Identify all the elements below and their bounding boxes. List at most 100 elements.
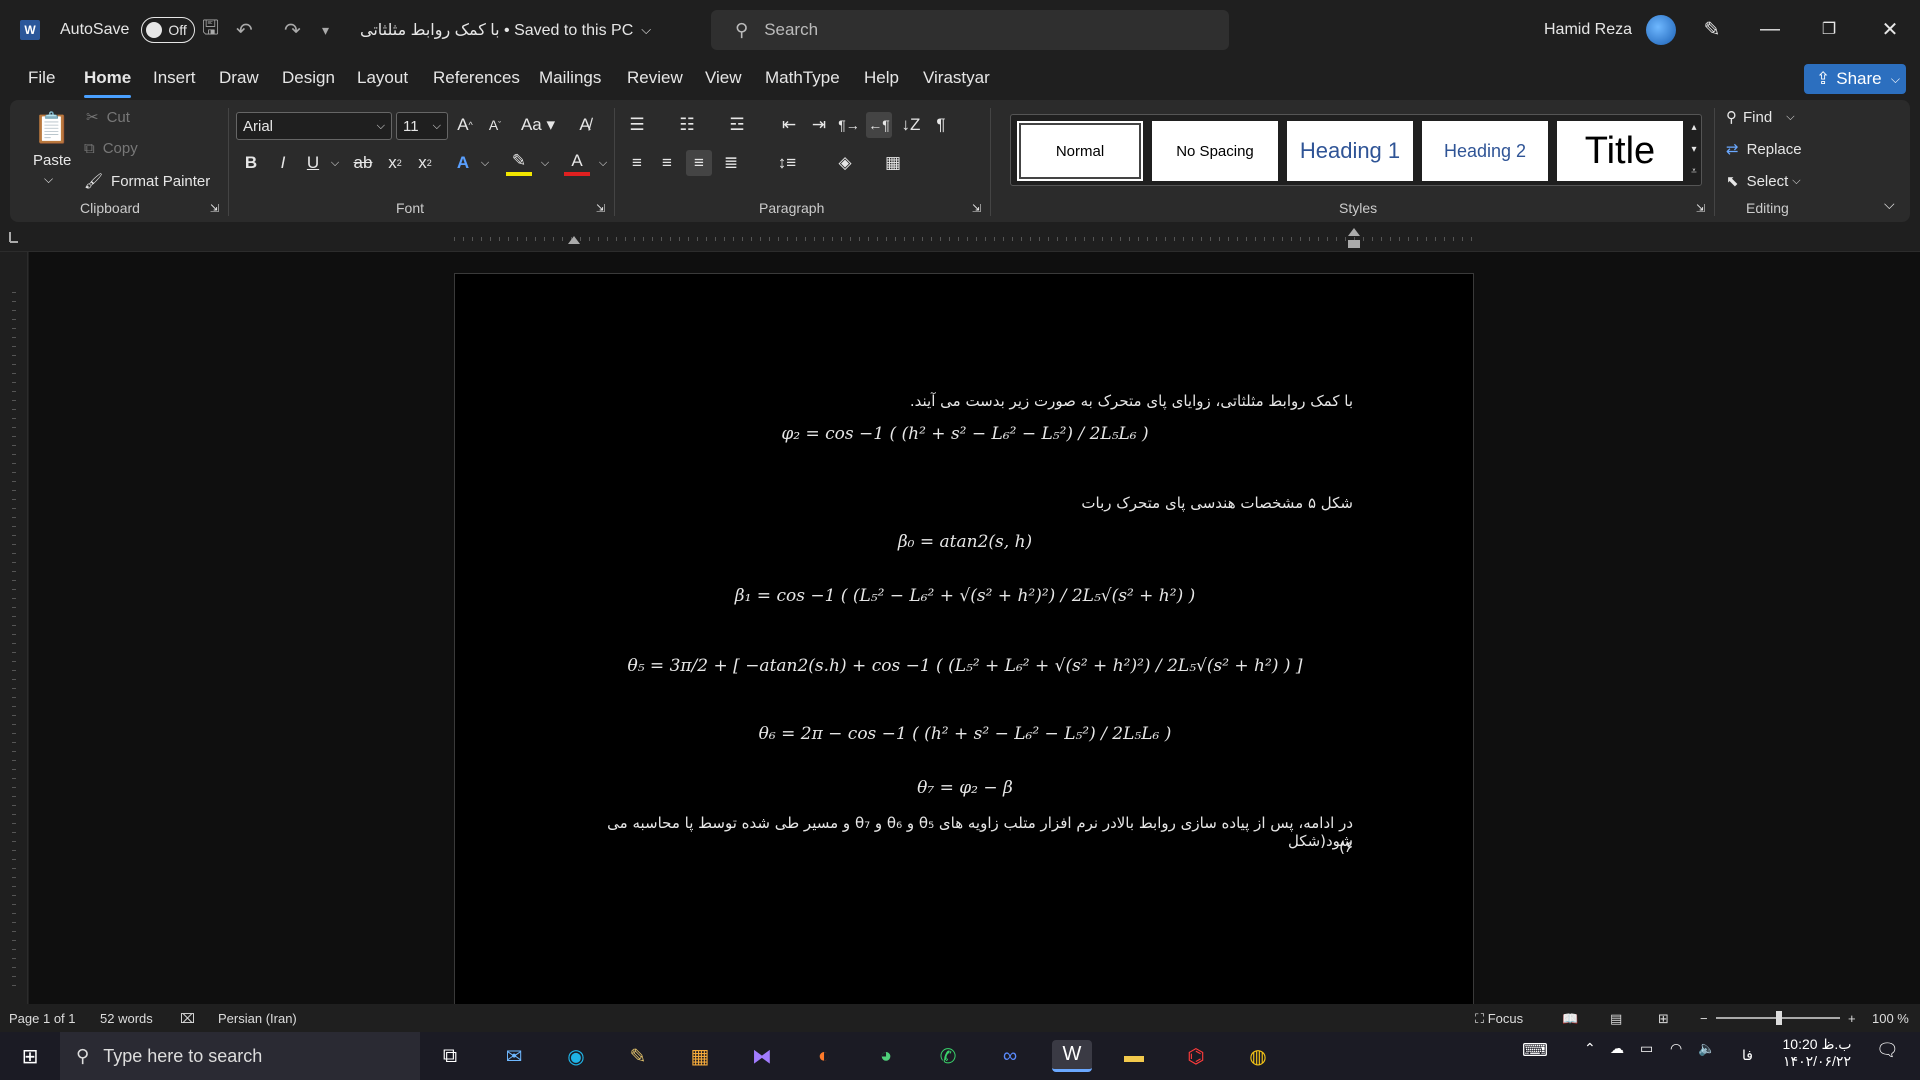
shading-icon[interactable]: ◈ xyxy=(832,150,858,176)
close-icon[interactable]: ✕ xyxy=(1875,14,1905,44)
show-formatting-icon[interactable]: ¶ xyxy=(928,112,954,138)
word-taskbar-icon[interactable]: W xyxy=(1052,1040,1092,1072)
clear-formatting-icon[interactable]: A̸ xyxy=(572,112,598,138)
store-icon[interactable]: ▦ xyxy=(680,1040,720,1072)
format-painter-button[interactable]: 🖌 Format Painter xyxy=(84,172,210,191)
cut-button[interactable]: ✂ Cut xyxy=(86,108,130,127)
wifi-icon[interactable]: ◠ xyxy=(1670,1040,1682,1057)
paste-icon[interactable]: 📋 xyxy=(32,108,72,148)
tab-mathtype[interactable]: MathType xyxy=(765,68,840,94)
share-button[interactable]: ⇪ Share ⌵ xyxy=(1804,64,1906,94)
grow-font-icon[interactable]: A ^ xyxy=(452,112,478,138)
print-layout-icon[interactable]: ▤ xyxy=(1610,1011,1622,1027)
focus-button[interactable]: ⛶ Focus xyxy=(1475,1011,1523,1027)
zoom-out-icon[interactable]: − xyxy=(1700,1011,1708,1026)
mail-icon[interactable]: ✉ xyxy=(494,1040,534,1072)
visual-studio-icon[interactable]: ⧓ xyxy=(742,1040,782,1072)
read-mode-icon[interactable]: 📖 xyxy=(1562,1011,1578,1027)
figure-caption[interactable]: شکل ۵ مشخصات هندسی پای متحرک ربات xyxy=(1081,494,1353,512)
tab-layout[interactable]: Layout xyxy=(357,68,408,94)
style-heading-1[interactable]: Heading 1 xyxy=(1287,121,1413,181)
equation-phi2[interactable]: φ₂ = cos −1 ( (h² + s² − L₆² − L₅²) / 2L… xyxy=(455,424,1475,444)
customize-qat-icon[interactable]: ▾ xyxy=(322,18,329,42)
justify-icon[interactable]: ≣ xyxy=(718,150,744,176)
mathtype-icon[interactable]: ∞ xyxy=(990,1040,1030,1072)
align-center-icon[interactable]: ≡ xyxy=(654,150,680,176)
search-box[interactable]: ⚲ Search xyxy=(711,10,1229,50)
word-count[interactable]: 52 words xyxy=(100,1011,153,1026)
paste-button[interactable]: Paste xyxy=(33,152,71,169)
language[interactable]: Persian (Iran) xyxy=(218,1011,297,1026)
italic-icon[interactable]: I xyxy=(270,150,296,176)
chevron-down-icon[interactable]: ⌵ xyxy=(322,150,348,176)
font-family-select[interactable]: Arial ⌵ xyxy=(236,112,392,140)
equation-beta1[interactable]: β₁ = cos −1 ( (L₅² − L₆² + √(s² + h²)²) … xyxy=(455,586,1475,606)
line-spacing-icon[interactable]: ↕≡ xyxy=(774,150,800,176)
equation-theta5[interactable]: θ₅ = 3π/2 + [ −atan2(s.h) + cos −1 ( (L₅… xyxy=(455,656,1475,676)
minimize-icon[interactable]: — xyxy=(1755,14,1785,44)
style-heading-2[interactable]: Heading 2 xyxy=(1422,121,1548,181)
zoom-level[interactable]: 100 % xyxy=(1872,1011,1909,1026)
styles-more-icon[interactable]: ⩡ xyxy=(1687,161,1701,181)
zoom-in-icon[interactable]: + xyxy=(1848,1011,1856,1026)
chevron-down-icon[interactable]: ⌵ xyxy=(532,150,558,176)
ltr-icon[interactable]: ¶→ xyxy=(836,112,862,138)
notifications-icon[interactable]: 🗨 xyxy=(1876,1040,1899,1061)
multilevel-list-icon[interactable]: ☲ xyxy=(724,112,750,138)
undo-icon[interactable]: ↶ xyxy=(236,18,253,42)
tab-view[interactable]: View xyxy=(705,68,742,94)
tab-insert[interactable]: Insert xyxy=(153,68,196,94)
chevron-down-icon[interactable]: ⌵ xyxy=(44,172,53,187)
tab-help[interactable]: Help xyxy=(864,68,899,94)
user-account[interactable]: Hamid Reza xyxy=(1544,15,1677,45)
align-right-icon[interactable]: ≡ xyxy=(686,150,712,176)
proofing-icon[interactable]: ⌧ xyxy=(180,1011,195,1027)
dialog-launcher-icon[interactable]: ⇲ xyxy=(210,202,219,215)
replace-button[interactable]: ⇄ Replace xyxy=(1726,140,1802,159)
edge-icon[interactable]: ◉ xyxy=(556,1040,596,1072)
document-page[interactable]: با کمک روابط مثلثاتی، زوایای پای متحرک ب… xyxy=(454,273,1474,1013)
borders-icon[interactable]: ▦ xyxy=(880,150,906,176)
chevron-down-icon[interactable]: ⌵ xyxy=(590,150,616,176)
tab-file[interactable]: File xyxy=(28,68,55,94)
style-no-spacing[interactable]: No Spacing xyxy=(1152,121,1278,181)
restore-icon[interactable]: ❐ xyxy=(1814,14,1844,44)
tab-home[interactable]: Home xyxy=(84,68,132,98)
tool-app-icon[interactable]: ✎ xyxy=(618,1040,658,1072)
page-count[interactable]: Page 1 of 1 xyxy=(9,1011,76,1026)
collapse-ribbon-icon[interactable]: ⌵ xyxy=(1884,196,1895,213)
document-title[interactable]: با کمک روابط مثلثاتی • Saved to this PC … xyxy=(360,18,651,42)
firefox-icon[interactable]: ◐ xyxy=(804,1040,844,1072)
find-button[interactable]: ⚲ Find ⌵ xyxy=(1726,108,1795,127)
clock[interactable]: 10:20 ب.ظ ۱۴۰۲/۰۶/۲۲ xyxy=(1778,1036,1856,1070)
font-size-select[interactable]: 11 ⌵ xyxy=(396,112,448,140)
tray-expand-icon[interactable]: ⌃ xyxy=(1584,1040,1596,1057)
vertical-ruler[interactable] xyxy=(0,252,28,1004)
taskbar-search[interactable]: ⚲ Type here to search xyxy=(60,1032,420,1080)
equation-theta7[interactable]: θ₇ = φ₂ − β xyxy=(455,778,1475,798)
dialog-launcher-icon[interactable]: ⇲ xyxy=(596,202,605,215)
chrome-canary-icon[interactable]: ◕ xyxy=(866,1040,906,1072)
style-title[interactable]: Title xyxy=(1557,121,1683,181)
zoom-slider-handle[interactable] xyxy=(1776,1011,1782,1025)
superscript-icon[interactable]: x2 xyxy=(412,150,438,176)
tab-design[interactable]: Design xyxy=(282,68,335,94)
rtl-icon[interactable]: ←¶ xyxy=(866,112,892,138)
numbering-icon[interactable]: ☷ xyxy=(674,112,700,138)
styles-scroll-up-icon[interactable]: ▴ xyxy=(1687,117,1701,137)
select-button[interactable]: ⬉ Select ⌵ xyxy=(1726,172,1801,191)
autosave-toggle[interactable]: Off xyxy=(141,17,196,43)
autosave-control[interactable]: AutoSave Off xyxy=(60,17,196,43)
vpn-icon[interactable]: ◍ xyxy=(1238,1040,1278,1072)
style-normal[interactable]: Normal xyxy=(1017,121,1143,181)
align-left-icon[interactable]: ≡ xyxy=(624,150,650,176)
tab-draw[interactable]: Draw xyxy=(219,68,259,94)
highlight-icon[interactable]: ✎ xyxy=(506,150,532,176)
battery-icon[interactable]: ▭ xyxy=(1640,1040,1653,1057)
styles-scroll-down-icon[interactable]: ▾ xyxy=(1687,139,1701,159)
shrink-font-icon[interactable]: Aˇ xyxy=(482,112,508,138)
tab-mailings[interactable]: Mailings xyxy=(539,68,601,94)
network-icon[interactable]: ☁ xyxy=(1610,1040,1624,1057)
paragraph-intro[interactable]: با کمک روابط مثلثاتی، زوایای پای متحرک ب… xyxy=(910,392,1353,410)
strikethrough-icon[interactable]: ab xyxy=(350,150,376,176)
